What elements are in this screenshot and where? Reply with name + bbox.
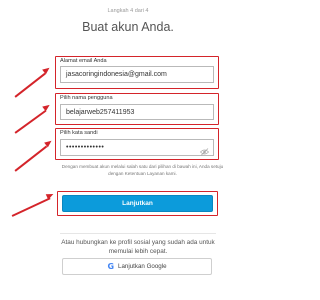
email-label: Alamat email Anda <box>60 58 107 64</box>
username-field[interactable]: belajarweb257411953 <box>60 104 214 120</box>
eye-icon[interactable] <box>199 143 210 156</box>
google-continue-button[interactable]: G Lanjutkan Google <box>62 258 212 275</box>
step-indicator: Langkah 4 dari 4 <box>107 8 149 14</box>
page-title: Buat akun Anda. <box>82 20 174 34</box>
username-label: Pilih nama pengguna <box>60 95 113 101</box>
terms-text: Dengan membuat akun melalui salah satu d… <box>61 164 224 176</box>
password-label: Pilih kata sandi <box>60 130 98 136</box>
google-icon: G <box>107 262 115 271</box>
divider <box>60 233 216 234</box>
password-field[interactable]: ••••••••••••• <box>60 139 214 156</box>
continue-button[interactable]: Lanjutkan <box>62 195 213 212</box>
google-button-label: Lanjutkan Google <box>118 263 167 270</box>
email-field[interactable]: jasacoringindonesia@gmail.com <box>60 66 214 83</box>
social-text: Atau hubungkan ke profil sosial yang sud… <box>61 239 215 255</box>
